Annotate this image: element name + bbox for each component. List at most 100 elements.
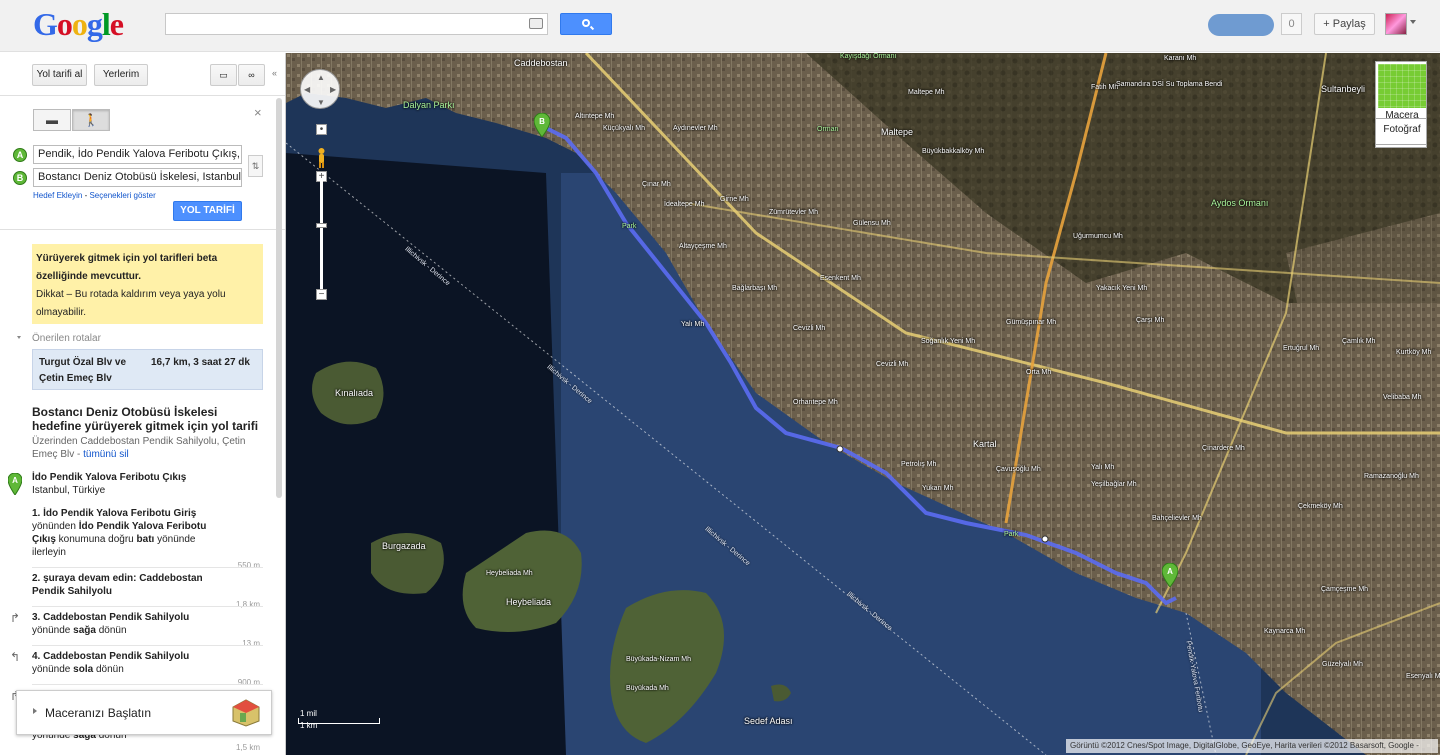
collapse-panel-icon[interactable]: « <box>272 68 277 78</box>
swap-addresses-button[interactable]: ⇅ <box>248 155 263 177</box>
route-option[interactable]: Turgut Özal Blv ve Çetin Emeç Blv 16,7 k… <box>32 349 263 390</box>
step-text: Caddebostan <box>139 573 203 584</box>
clear-all-link[interactable]: tümünü sil <box>83 449 129 460</box>
submit-directions-button[interactable]: YOL TARİFİ AL <box>173 201 242 234</box>
walk-mode-button[interactable]: 🚶 <box>72 109 110 131</box>
adventure-label: Maceranızı Başlatın <box>45 706 152 720</box>
satellite-map[interactable]: B A Caddebostan Dalyan Parkı Kayışdağı O… <box>286 53 1440 755</box>
divider <box>32 606 263 607</box>
end-pin-icon[interactable]: B <box>534 113 550 137</box>
zoom-track[interactable] <box>320 181 323 291</box>
center-icon[interactable]: • <box>316 124 327 135</box>
car-icon: ▬ <box>46 113 58 127</box>
photo-layer-label: Fotoğraf <box>1383 124 1421 135</box>
zoom-slider-thumb[interactable] <box>316 223 327 228</box>
get-directions-button[interactable]: Yol tarifi al <box>32 64 87 86</box>
place-label: Cevizli Mh <box>876 361 909 368</box>
add-destination-link[interactable]: Hedef Ekleyin <box>33 191 82 200</box>
place-label: Heybeliada <box>506 597 552 607</box>
step-2[interactable]: 2. şuraya devam edin: Caddebostan Pendik… <box>32 572 244 598</box>
link-icon: ∞ <box>248 70 255 80</box>
step-distance: 550 m <box>237 561 260 570</box>
start-pin-icon[interactable]: A <box>1162 563 1178 587</box>
place-label: Kartal <box>973 439 997 449</box>
destination-title-line: hedefine yürüyerek gitmek için yol tarif… <box>32 419 259 433</box>
place-label: Güzelyalı Mh <box>1322 661 1363 668</box>
place-label: Park <box>622 223 637 230</box>
swap-icon: ⇅ <box>251 161 260 171</box>
drive-mode-button[interactable]: ▬ <box>33 109 71 131</box>
place-label: Yalı Mh <box>681 321 705 328</box>
start-adventure-button[interactable]: Maceranızı Başlatın <box>16 690 272 735</box>
avatar[interactable] <box>1385 13 1407 35</box>
pan-up-icon[interactable]: ▲ <box>317 73 325 82</box>
options-links: Hedef Ekleyin - Seçenekleri göster <box>33 191 156 200</box>
destination-title: Bostancı Deniz Otobüsü İskelesi hedefine… <box>32 405 267 433</box>
origin-pin-icon: A <box>8 473 22 495</box>
notice-bold-line: özelliğinde mevcuttur. <box>36 271 142 282</box>
place-label: Kınalıada <box>335 388 374 398</box>
start-address-input[interactable]: Pendik, İdo Pendik Yalova Feribotu Çıkış… <box>33 145 242 164</box>
route-name: Çetin Emeç Blv <box>39 373 112 384</box>
caret-down-icon[interactable] <box>17 336 21 339</box>
search-button[interactable] <box>560 13 612 35</box>
pegman-icon[interactable] <box>316 147 327 169</box>
place-label: Orhantepe Mh <box>793 399 838 406</box>
place-label: Orta Mh <box>1026 369 1052 376</box>
share-button[interactable]: + Paylaş <box>1314 13 1375 35</box>
map-imagery <box>286 53 1440 755</box>
logo-letter: G <box>33 6 58 42</box>
step-text: Pendik Sahilyolu <box>32 586 113 597</box>
link-button[interactable]: ∞ <box>238 64 265 86</box>
pan-down-icon[interactable]: ▼ <box>317 98 325 107</box>
place-label: Kurtköy Mh <box>1396 349 1432 356</box>
my-places-button[interactable]: Yerlerim <box>94 64 148 86</box>
via-line: Emeç Blv - <box>32 449 84 460</box>
user-name-blurred[interactable] <box>1208 14 1274 36</box>
notification-count[interactable]: 0 <box>1281 13 1302 35</box>
place-label: Yakacık Yeni Mh <box>1096 285 1148 292</box>
walk-icon: 🚶 <box>83 113 99 127</box>
place-label: Çarşı Mh <box>1136 317 1165 324</box>
pan-left-icon[interactable]: ◀ <box>304 85 310 94</box>
divider <box>32 567 263 568</box>
place-label: Orman <box>817 126 839 133</box>
step-text: dönün <box>93 664 124 675</box>
close-icon[interactable]: × <box>254 105 262 120</box>
keyboard-icon[interactable] <box>529 18 543 29</box>
sidebar-scrollbar[interactable] <box>276 98 282 498</box>
search-input[interactable] <box>165 13 548 35</box>
print-button[interactable]: ▭ <box>210 64 237 86</box>
suggested-routes-label[interactable]: Önerilen rotalar <box>32 333 101 344</box>
destination-title-line: Bostancı Deniz Otobüsü İskelesi <box>32 405 218 419</box>
place-label: Uğurmumcu Mh <box>1073 233 1123 240</box>
step-3[interactable]: 3. Caddebostan Pendik Sahilyolu yönünde … <box>32 611 244 637</box>
origin-block: İdo Pendik Yalova Feribotu Çıkış Istanbu… <box>32 471 244 497</box>
scale-label-mi: 1 mil <box>300 709 317 718</box>
photo-layer-button[interactable]: Fotoğraf <box>1375 118 1427 145</box>
google-logo[interactable]: Google <box>33 6 124 43</box>
pan-control[interactable]: ▲ ▼ ◀ ▶ <box>300 69 340 109</box>
place-label: Zümrütevler Mh <box>769 209 819 216</box>
origin-pin-letter: A <box>12 476 18 485</box>
scale-label-km: 1 km <box>300 721 318 730</box>
step-distance: 13 m <box>242 639 260 648</box>
step-4[interactable]: 4. Caddebostan Pendik Sahilyolu yönünde … <box>32 650 244 676</box>
step-text: sola <box>73 664 94 675</box>
step-1[interactable]: 1. İdo Pendik Yalova Feribotu Giriş yönü… <box>32 507 244 559</box>
chevron-down-icon[interactable] <box>1410 20 1416 24</box>
logo-letter: l <box>101 6 111 42</box>
zoom-out-button[interactable]: − <box>316 289 327 300</box>
place-label: Yeşilbağlar Mh <box>1091 481 1137 488</box>
place-label: Karanı Mh <box>1164 55 1197 62</box>
layer-thumbnail[interactable] <box>1378 64 1426 108</box>
map-copyright[interactable]: Görüntü ©2012 Cnes/Spot Image, DigitalGl… <box>1066 739 1438 753</box>
end-address-input[interactable]: Bostancı Deniz Otobüsü İskelesi, Istanbu… <box>33 168 242 187</box>
show-options-link[interactable]: Seçenekleri göster <box>89 191 155 200</box>
end-marker-icon: B <box>13 171 27 185</box>
pan-right-icon[interactable]: ▶ <box>330 85 336 94</box>
turn-right-icon: ↱ <box>10 611 21 625</box>
place-label: Girne Mh <box>720 196 749 203</box>
notice-bold-line: Yürüyerek gitmek için yol tarifleri beta <box>36 253 218 264</box>
step-text: konumuna doğru <box>55 534 137 545</box>
